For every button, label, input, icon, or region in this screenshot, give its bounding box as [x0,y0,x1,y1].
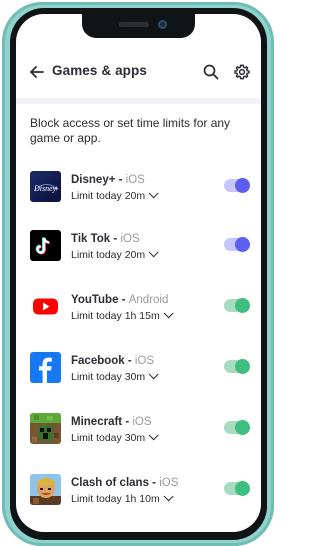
platform-label: iOS [120,233,140,245]
list-item[interactable]: Tik Tok - iOS Limit today 20m [16,230,261,278]
app-title: Facebook [71,355,125,367]
limit-dropdown[interactable]: Limit today 20m [71,188,159,202]
back-arrow-icon[interactable] [28,63,46,81]
app-name: Disney+ - iOS [71,174,145,186]
chevron-down-icon [163,491,174,502]
app-name: Tik Tok - iOS [71,233,140,245]
list-item[interactable]: YouTube - Android Limit today 1h 15m [16,291,261,339]
app-title: Tik Tok [71,233,111,245]
app-toggle[interactable] [224,359,250,374]
search-icon[interactable] [202,63,220,81]
separator: - [122,416,133,428]
app-title: Disney+ [71,174,116,186]
tiktok-icon [30,230,61,261]
header-divider [16,98,261,104]
limit-text: Limit today 30m [71,432,146,444]
limit-dropdown[interactable]: Limit today 20m [71,247,159,261]
toggle-knob [235,420,250,435]
phone-notch [82,14,195,38]
youtube-icon [30,291,61,322]
limit-text: Limit today 20m [71,249,146,261]
separator: - [115,174,126,186]
list-item[interactable]: Clash of clans - iOS Limit today 1h 10m [16,474,261,522]
facebook-icon [30,352,61,383]
svg-text:+: + [54,184,59,193]
chevron-down-icon [148,188,159,199]
app-header: Games & apps [16,58,261,86]
list-item[interactable]: Disney + Disney+ - iOS Limit today 20m [16,171,261,219]
toggle-knob [235,481,250,496]
app-name: Minecraft - iOS [71,416,152,428]
app-toggle[interactable] [224,178,250,193]
phone-screen: Games & apps Block access or set time li… [16,14,261,532]
limit-text: Limit today 30m [71,371,146,383]
clash-of-clans-icon [30,474,61,505]
platform-label: iOS [132,416,152,428]
list-item[interactable]: Facebook - iOS Limit today 30m [16,352,261,400]
app-title: Minecraft [71,416,123,428]
app-title: YouTube [71,294,119,306]
phone-mockup: Games & apps Block access or set time li… [0,0,277,546]
app-toggle[interactable] [224,481,250,496]
limit-dropdown[interactable]: Limit today 30m [71,430,159,444]
chevron-down-icon [148,430,159,441]
page-title: Games & apps [52,63,147,78]
limit-text: Limit today 20m [71,190,146,202]
chevron-down-icon [148,247,159,258]
speaker-grille [119,22,149,27]
page-description: Block access or set time limits for any … [30,116,231,145]
separator: - [118,294,129,306]
app-toggle[interactable] [224,298,250,313]
limit-dropdown[interactable]: Limit today 1h 15m [71,308,174,322]
toggle-knob [235,298,250,313]
platform-label: iOS [125,174,145,186]
separator: - [148,477,160,489]
minecraft-icon [30,413,61,444]
app-title: Clash of clans [71,477,149,489]
toggle-knob [235,178,250,193]
platform-label: iOS [159,477,179,489]
separator: - [110,233,121,245]
gear-icon[interactable] [233,63,251,81]
chevron-down-icon [163,308,174,319]
front-camera [158,20,167,29]
list-item[interactable]: Minecraft - iOS Limit today 30m [16,413,261,461]
app-toggle[interactable] [224,420,250,435]
app-toggle[interactable] [224,237,250,252]
limit-text: Limit today 1h 15m [71,310,160,322]
limit-dropdown[interactable]: Limit today 30m [71,369,159,383]
limit-dropdown[interactable]: Limit today 1h 10m [71,491,174,505]
platform-label: iOS [134,355,155,367]
limit-text: Limit today 1h 10m [71,493,160,505]
toggle-knob [235,359,250,374]
app-name: Facebook - iOS [71,355,154,367]
app-name: Clash of clans - iOS [71,477,178,489]
separator: - [124,355,135,367]
disney-plus-icon: Disney + [30,171,61,202]
toggle-knob [235,237,250,252]
app-name: YouTube - Android [71,294,168,306]
platform-label: Android [128,294,169,306]
chevron-down-icon [148,369,159,380]
